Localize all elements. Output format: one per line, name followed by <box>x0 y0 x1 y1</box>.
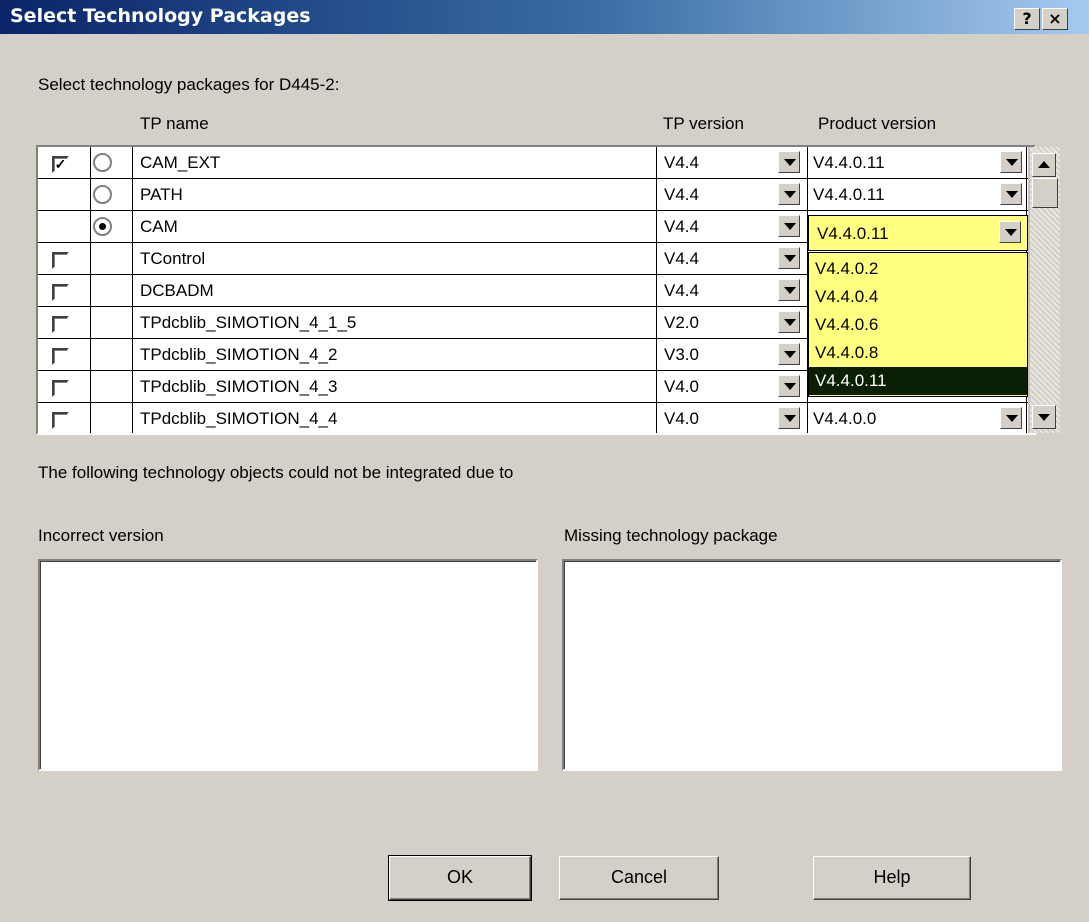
tp-version-cell: V4.4 <box>664 249 699 268</box>
include-checkbox[interactable] <box>52 412 69 429</box>
dropdown-option-selected[interactable]: V4.4.0.11 <box>809 367 1027 395</box>
tp-version-dropdown-button[interactable] <box>778 407 800 429</box>
header-product-version: Product version <box>818 114 937 133</box>
tp-version-dropdown-button[interactable] <box>778 183 800 205</box>
header-tp-version: TP version <box>663 114 744 133</box>
tp-version-cell: V2.0 <box>664 313 699 332</box>
dropdown-option[interactable]: V4.4.0.4 <box>809 283 1027 311</box>
missing-package-list[interactable] <box>562 559 1062 771</box>
tp-version-dropdown-button[interactable] <box>778 247 800 269</box>
tp-version-dropdown-button[interactable] <box>778 375 800 397</box>
ok-button[interactable]: OK <box>388 855 532 901</box>
header-tp-name: TP name <box>140 114 209 133</box>
help-caption-button[interactable]: ? <box>1014 8 1040 30</box>
close-button[interactable]: × <box>1042 8 1068 30</box>
tp-name-cell: CAM <box>140 217 178 236</box>
tp-version-dropdown-button[interactable] <box>778 279 800 301</box>
dropdown-option[interactable]: V4.4.0.6 <box>809 311 1027 339</box>
dropdown-option[interactable]: V4.4.0.2 <box>809 255 1027 283</box>
product-version-cell: V4.4.0.11 <box>813 185 885 204</box>
tp-version-cell: V3.0 <box>664 345 699 364</box>
tp-version-dropdown-button[interactable] <box>778 311 800 333</box>
table-row[interactable]: PATH V4.4 V4.4.0.11 <box>38 179 1026 210</box>
product-version-dropdown-button[interactable] <box>1000 183 1022 205</box>
tp-version-cell: V4.4 <box>664 281 699 300</box>
product-version-combo[interactable]: V4.4.0.11 <box>808 215 1028 251</box>
integration-message: The following technology objects could n… <box>38 463 514 482</box>
radio-button[interactable] <box>93 185 112 204</box>
scrollbar-thumb[interactable] <box>1032 178 1058 208</box>
product-version-cell: V4.4.0.0 <box>813 409 877 428</box>
tp-name-cell: TPdcblib_SIMOTION_4_3 <box>140 377 338 396</box>
tp-name-cell: PATH <box>140 185 183 204</box>
product-version-dropdown-button[interactable] <box>1000 407 1022 429</box>
include-checkbox[interactable]: ✓ <box>52 156 69 173</box>
scroll-down-button[interactable] <box>1032 405 1056 429</box>
tp-version-dropdown-button[interactable] <box>778 151 800 173</box>
tp-version-cell: V4.4 <box>664 153 699 172</box>
tp-version-cell: V4.0 <box>664 377 699 396</box>
product-version-cell: V4.4.0.11 <box>813 153 885 172</box>
product-version-dropdown-list[interactable]: V4.4.0.2 V4.4.0.4 V4.4.0.6 V4.4.0.8 V4.4… <box>808 252 1028 397</box>
include-checkbox[interactable] <box>52 380 69 397</box>
radio-button[interactable] <box>93 217 112 236</box>
tp-name-cell: TControl <box>140 249 206 268</box>
scroll-up-button[interactable] <box>1032 153 1056 177</box>
missing-package-label: Missing technology package <box>564 526 778 545</box>
product-version-dropdown-button[interactable] <box>999 221 1021 243</box>
include-checkbox[interactable] <box>52 284 69 301</box>
incorrect-version-label: Incorrect version <box>38 526 164 545</box>
tp-name-cell: DCBADM <box>140 281 214 300</box>
table-row[interactable]: TPdcblib_SIMOTION_4_4 V4.0 V4.4.0.0 <box>38 403 1026 433</box>
include-checkbox[interactable] <box>52 348 69 365</box>
radio-button[interactable] <box>93 153 112 172</box>
instruction-label: Select technology packages for D445-2: <box>38 75 340 94</box>
tp-version-cell: V4.4 <box>664 217 699 236</box>
tp-name-cell: TPdcblib_SIMOTION_4_1_5 <box>140 313 357 332</box>
product-version-current: V4.4.0.11 <box>817 224 889 243</box>
tp-name-cell: TPdcblib_SIMOTION_4_4 <box>140 409 338 428</box>
product-version-dropdown-button[interactable] <box>1000 151 1022 173</box>
include-checkbox[interactable] <box>52 252 69 269</box>
tp-name-cell: CAM_EXT <box>140 153 221 172</box>
window-title: Select Technology Packages <box>10 5 311 27</box>
incorrect-version-list[interactable] <box>38 559 538 771</box>
dropdown-option[interactable]: V4.4.0.8 <box>809 339 1027 367</box>
cancel-button[interactable]: Cancel <box>559 856 719 900</box>
tp-version-cell: V4.0 <box>664 409 699 428</box>
help-button[interactable]: Help <box>813 856 971 900</box>
tp-version-dropdown-button[interactable] <box>778 215 800 237</box>
tp-version-dropdown-button[interactable] <box>778 343 800 365</box>
tp-name-cell: TPdcblib_SIMOTION_4_2 <box>140 345 338 364</box>
tp-version-cell: V4.4 <box>664 185 699 204</box>
table-row[interactable]: ✓ CAM_EXT V4.4 V4.4.0.11 <box>38 147 1026 178</box>
include-checkbox[interactable] <box>52 316 69 333</box>
